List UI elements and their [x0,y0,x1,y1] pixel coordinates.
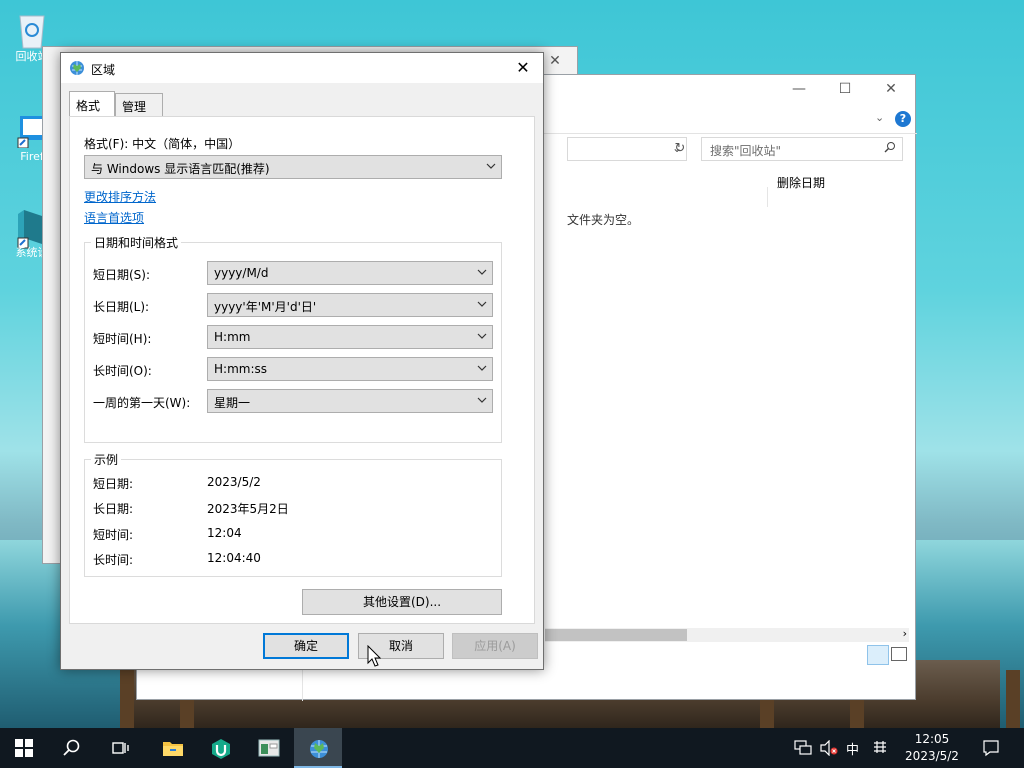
start-button[interactable] [0,728,48,768]
ime-indicator[interactable]: 中 [846,739,859,768]
taskbar-app-u[interactable] [196,728,244,768]
ok-button[interactable]: 确定 [263,633,349,659]
taskbar-file-explorer[interactable] [148,728,196,768]
scroll-right-icon[interactable]: › [903,627,907,640]
task-view-icon [112,742,129,754]
long-time-select[interactable]: H:mm:ss [207,357,493,381]
example-long-date-value: 2023年5月2日 [207,502,289,516]
network-icon[interactable] [794,740,812,768]
horizontal-scrollbar[interactable]: › [545,627,909,642]
short-time-select[interactable]: H:mm [207,325,493,349]
task-view-button[interactable] [96,728,144,768]
datetime-group-title: 日期和时间格式 [91,234,182,251]
chevron-down-icon [477,365,487,371]
long-time-label: 长时间(O): [93,364,152,378]
dialog-title: 区域 [91,63,116,77]
tab-administrative[interactable]: 管理 [115,93,163,117]
details-view-icon[interactable] [867,645,889,665]
globe-icon [310,740,328,758]
first-day-of-week-label: 一周的第一天(W): [93,396,191,410]
format-label: 格式(F): 中文（简体，中国） [84,137,241,151]
taskbar-control-panel[interactable] [244,728,292,768]
format-tab-panel: 格式(F): 中文（简体，中国） 与 Windows 显示语言匹配(推荐) 更改… [69,116,535,624]
ime-mode-icon[interactable] [872,739,888,768]
recycle-bin-icon [14,10,50,49]
apply-button[interactable]: 应用(A) [452,633,538,659]
windows-logo-icon [15,739,33,757]
examples-group-title: 示例 [91,451,122,468]
first-day-of-week-value: 星期一 [214,396,251,410]
example-short-date-label: 短日期: [93,477,134,491]
tab-format[interactable]: 格式 [69,91,115,116]
example-short-date-value: 2023/5/2 [207,475,261,489]
dialog-titlebar[interactable]: 区域 ✕ [61,53,543,83]
clock[interactable]: 12:05 2023/5/2 [904,731,960,768]
volume-muted-icon[interactable] [820,739,838,768]
chevron-down-icon [477,301,487,307]
search-button[interactable] [48,728,96,768]
other-settings-button[interactable]: 其他设置(D)... [302,589,502,615]
datetime-format-group: 日期和时间格式 短日期(S): yyyy/M/d 长日期(L): yyyy'年'… [84,234,502,443]
folder-icon [163,742,183,756]
first-day-of-week-select[interactable]: 星期一 [207,389,493,413]
example-long-date-label: 长日期: [93,502,134,516]
close-icon[interactable]: ✕ [869,75,913,103]
chevron-down-icon [486,163,496,169]
long-date-select[interactable]: yyyy'年'M'月'd'日' [207,293,493,317]
help-icon[interactable]: ? [895,111,911,127]
long-date-label: 长日期(L): [93,300,150,314]
short-time-value: H:mm [214,330,251,344]
region-dialog: 区域 ✕ 格式 管理 格式(F): 中文（简体，中国） 与 Windows 显示… [60,52,544,670]
empty-folder-message: 文件夹为空。 [567,213,640,227]
example-long-time-label: 长时间: [93,553,134,567]
short-date-value: yyyy/M/d [214,266,269,280]
search-input[interactable]: 搜索"回收站" [701,137,903,161]
example-short-time-label: 短时间: [93,528,134,542]
clock-time: 12:05 [914,732,950,746]
scrollbar-thumb[interactable] [545,629,687,641]
globe-icon [69,60,85,76]
refresh-icon[interactable]: ↻ [669,137,691,161]
short-time-label: 短时间(H): [93,332,152,346]
chevron-down-icon [477,333,487,339]
column-header-date-deleted[interactable]: 删除日期 [777,174,825,191]
pier-post [1006,670,1020,728]
mouse-cursor-icon [367,644,382,670]
short-date-label: 短日期(S): [93,268,151,282]
long-time-value: H:mm:ss [214,362,267,376]
long-date-value: yyyy'年'M'月'd'日' [214,300,317,314]
chevron-down-icon[interactable]: ⌄ [875,111,884,124]
u-app-icon [212,739,230,759]
taskbar-region-active[interactable] [294,728,342,768]
short-date-select[interactable]: yyyy/M/d [207,261,493,285]
maximize-icon[interactable]: ☐ [823,75,867,103]
example-long-time-value: 12:04:40 [207,551,261,565]
examples-group: 示例 短日期: 2023/5/2 长日期: 2023年5月2日 短时间: 12:… [84,451,502,577]
action-center-icon[interactable] [982,739,1000,768]
change-sort-method-link[interactable]: 更改排序方法 [84,188,156,205]
chevron-down-icon [477,269,487,275]
large-icons-view-icon[interactable] [891,647,907,661]
desktop-icon-label: Firef [20,150,44,163]
search-icon [884,141,896,156]
taskbar: 中 12:05 2023/5/2 [0,728,1024,768]
format-select-value: 与 Windows 显示语言匹配(推荐) [91,162,270,176]
format-select[interactable]: 与 Windows 显示语言匹配(推荐) [84,155,502,179]
search-placeholder: 搜索"回收站" [710,144,782,158]
chevron-down-icon [477,397,487,403]
clock-date: 2023/5/2 [905,749,959,763]
search-icon [63,739,80,756]
pier-post [120,670,134,728]
example-short-time-value: 12:04 [207,526,242,540]
column-divider [767,187,768,207]
minimize-icon[interactable]: — [777,75,821,103]
close-icon[interactable]: ✕ [503,53,543,83]
language-preferences-link[interactable]: 语言首选项 [84,209,144,226]
window-app-icon [258,739,280,757]
